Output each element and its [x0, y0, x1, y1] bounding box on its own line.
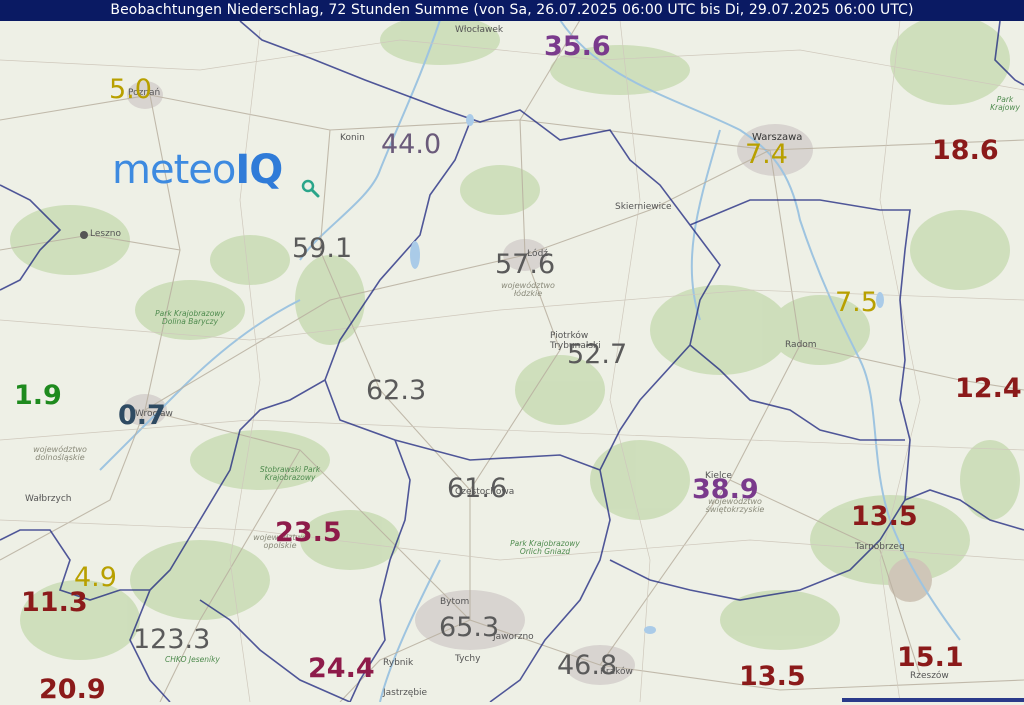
place-rybnik: Rybnik: [383, 658, 414, 668]
precip-value[interactable]: 62.3: [366, 377, 426, 404]
precip-value[interactable]: 44.0: [381, 131, 441, 158]
park-krajowy: Park Krajowy: [990, 95, 1020, 113]
precip-value[interactable]: 20.9: [39, 676, 106, 703]
precip-value[interactable]: 23.5: [275, 519, 342, 546]
precip-value[interactable]: 65.3: [439, 614, 499, 641]
precip-value[interactable]: 52.7: [567, 341, 627, 368]
precip-value[interactable]: 15.1: [897, 644, 964, 671]
park-barycz: Park Krajobrazowy Dolina Baryczy: [155, 309, 225, 327]
precip-value[interactable]: 61.6: [447, 475, 507, 502]
precip-value[interactable]: 13.5: [739, 663, 806, 690]
place-tarnobrzeg: Tarnobrzeg: [855, 542, 905, 552]
precip-value[interactable]: 7.4: [745, 141, 788, 168]
precip-value[interactable]: 0.7: [118, 402, 166, 429]
precip-value[interactable]: 13.5: [851, 503, 918, 530]
place-radom: Radom: [785, 340, 817, 350]
park-stobrawski: Stobrawski Park Krajobrazowy: [259, 465, 321, 483]
place-jastrzebie: Jastrzębie: [383, 688, 428, 698]
precip-value[interactable]: 11.3: [21, 589, 88, 616]
meteoiq-logo[interactable]: meteoIQ: [112, 147, 283, 193]
place-leszno: Leszno: [90, 229, 122, 239]
place-skierniewice: Skierniewice: [615, 202, 672, 212]
logo-part-meteo: meteo: [112, 147, 236, 193]
precip-value[interactable]: 24.4: [308, 655, 375, 682]
logo-part-iq: IQ: [235, 147, 283, 193]
precip-value[interactable]: 35.6: [544, 33, 611, 60]
magnifier-icon: [301, 179, 320, 198]
precip-value[interactable]: 46.8: [557, 652, 617, 679]
park-orlich: Park Krajobrazowy Orlich Gniazd: [510, 539, 580, 557]
precip-value[interactable]: 18.6: [932, 137, 999, 164]
precip-value[interactable]: 57.6: [495, 251, 555, 278]
title-bar: Beobachtungen Niederschlag, 72 Stunden S…: [0, 0, 1024, 21]
precip-value[interactable]: 38.9: [692, 476, 759, 503]
city-marker-leszno: [80, 231, 88, 239]
map-background[interactable]: [0, 0, 1024, 702]
precip-value[interactable]: 7.5: [835, 289, 878, 316]
place-walbrzych: Wałbrzych: [25, 494, 72, 504]
precip-value[interactable]: 1.9: [14, 382, 62, 409]
place-tychy: Tychy: [455, 654, 481, 664]
place-konin: Konin: [340, 133, 365, 143]
place-bytom: Bytom: [440, 597, 470, 607]
precip-value[interactable]: 5.0: [109, 76, 152, 103]
bottom-bar: [842, 698, 1024, 702]
precip-value[interactable]: 59.1: [292, 235, 352, 262]
region-dolnoslaskie: województwo dolnośląskie: [33, 445, 87, 463]
region-lodzkie: województwo łódzkie: [501, 281, 555, 299]
park-jeseniky: CHKO Jeseníky: [165, 655, 220, 664]
place-wloclawek: Włocławek: [455, 25, 504, 35]
precip-value[interactable]: 123.3: [133, 626, 210, 653]
precip-value[interactable]: 12.4: [955, 375, 1022, 402]
